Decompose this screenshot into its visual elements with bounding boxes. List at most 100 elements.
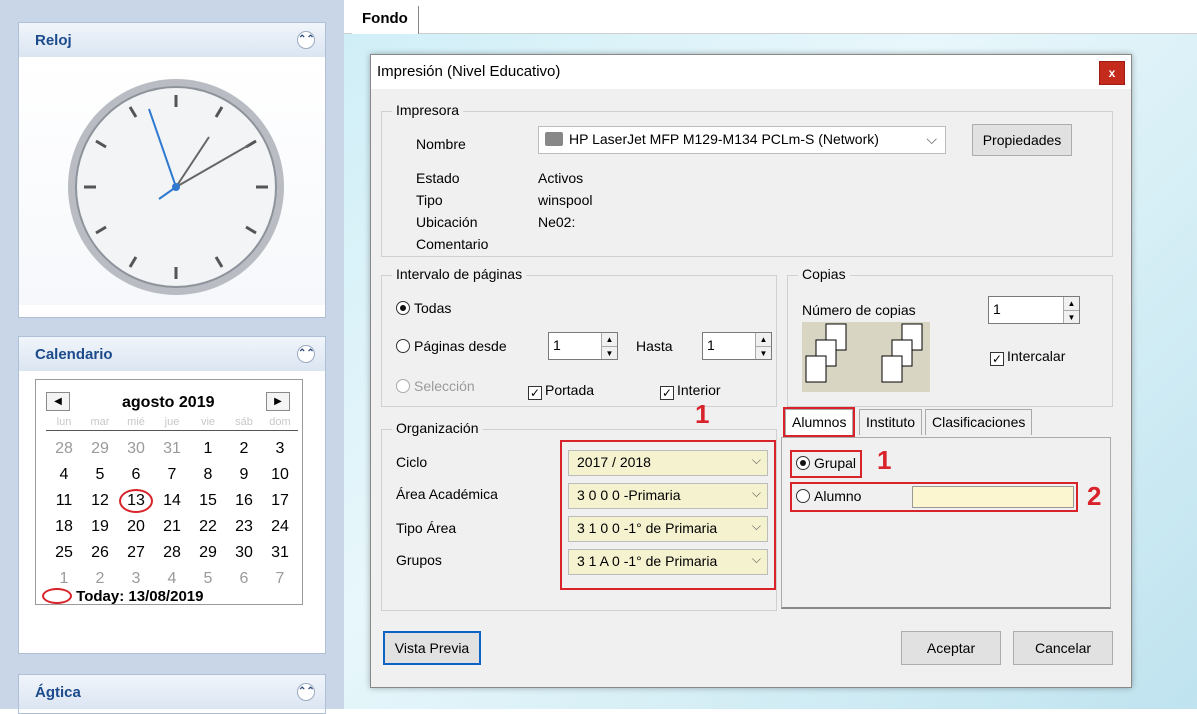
checkmark-icon: ✓ xyxy=(528,386,542,400)
calendar-day[interactable]: 16 xyxy=(226,488,262,514)
seleccion-radio[interactable]: Selección xyxy=(396,378,475,394)
clock-title: Reloj xyxy=(35,31,72,49)
calendar-day[interactable]: 26 xyxy=(82,540,118,566)
aceptar-button[interactable]: Aceptar xyxy=(901,631,1001,665)
vista-previa-button[interactable]: Vista Previa xyxy=(383,631,481,665)
calendar-day[interactable]: 23 xyxy=(226,514,262,540)
calendar-day[interactable]: 30 xyxy=(226,540,262,566)
day-header: sáb xyxy=(235,416,253,428)
calendar-day[interactable]: 2 xyxy=(226,436,262,462)
calendar-day[interactable]: 27 xyxy=(118,540,154,566)
calendar-panel: Calendario ⌃⌃ ◀ agosto 2019 ▶ lun mar mié ju… xyxy=(18,336,326,654)
tipo-label: Tipo xyxy=(416,192,443,208)
calendar-day[interactable]: 8 xyxy=(190,462,226,488)
calendar-day[interactable]: 4 xyxy=(46,462,82,488)
prev-month-button[interactable]: ◀ xyxy=(46,392,70,411)
calendar-day[interactable]: 15 xyxy=(190,488,226,514)
analog-clock xyxy=(68,79,284,295)
calendar-day[interactable]: 10 xyxy=(262,462,298,488)
radio-selected-icon xyxy=(396,301,410,315)
cancelar-button[interactable]: Cancelar xyxy=(1013,631,1113,665)
calendar-day[interactable]: 29 xyxy=(82,436,118,462)
ciclo-select[interactable]: 2017 / 2018 ⌵ xyxy=(568,450,768,476)
calendar-day[interactable]: 6 xyxy=(118,462,154,488)
today-label: Today: 13/08/2019 xyxy=(76,588,204,605)
tab-alumnos[interactable]: Alumnos xyxy=(782,407,856,437)
grupos-value: 3 1 A 0 -1° de Primaria xyxy=(577,553,718,569)
calendar-day[interactable]: 13 xyxy=(118,488,154,514)
calendar-day[interactable]: 12 xyxy=(82,488,118,514)
spin-down-icon[interactable]: ▼ xyxy=(755,346,771,359)
checkmark-icon: ✓ xyxy=(990,352,1004,366)
calendar-day[interactable]: 21 xyxy=(154,514,190,540)
portada-checkbox[interactable]: ✓ Portada xyxy=(528,382,594,400)
calendar-day[interactable]: 1 xyxy=(190,436,226,462)
alumno-input[interactable] xyxy=(912,486,1074,508)
area-value: 3 0 0 0 -Primaria xyxy=(577,487,681,503)
alumno-radio[interactable]: Alumno xyxy=(790,482,1078,512)
interior-checkbox[interactable]: ✓ Interior xyxy=(660,382,721,400)
clock-panel-header[interactable]: Reloj ⌃⌃ xyxy=(19,23,325,57)
calendar-day[interactable]: 7 xyxy=(154,462,190,488)
tab-clasificaciones[interactable]: Clasificaciones xyxy=(925,409,1033,435)
chevron-down-icon: ⌵ xyxy=(751,486,761,500)
spin-down-icon[interactable]: ▼ xyxy=(1063,310,1079,323)
calendar-day[interactable]: 11 xyxy=(46,488,82,514)
calendar-day[interactable]: 20 xyxy=(118,514,154,540)
calendar-panel-header[interactable]: Calendario ⌃⌃ xyxy=(19,337,325,371)
hasta-stepper[interactable]: 1 ▲ ▼ xyxy=(702,332,772,360)
calendar-day[interactable]: 28 xyxy=(154,540,190,566)
calendar-day[interactable]: 28 xyxy=(46,436,82,462)
calendar-day[interactable]: 3 xyxy=(262,436,298,462)
alumnos-tabpanel: Grupal Alumno xyxy=(781,437,1111,609)
calendar-day[interactable]: 5 xyxy=(82,462,118,488)
calendar-day[interactable]: 19 xyxy=(82,514,118,540)
grupal-radio[interactable]: Grupal xyxy=(790,450,862,478)
desde-stepper[interactable]: 1 ▲ ▼ xyxy=(548,332,618,360)
spin-up-icon[interactable]: ▲ xyxy=(1063,297,1079,310)
copies-stepper[interactable]: 1 ▲ ▼ xyxy=(988,296,1080,324)
paginas-desde-radio[interactable]: Páginas desde xyxy=(396,338,507,354)
calendar-day[interactable]: 6 xyxy=(226,566,262,592)
intercalar-checkbox[interactable]: ✓ Intercalar xyxy=(990,348,1065,366)
calendar-title: Calendario xyxy=(35,345,113,363)
collapse-icon[interactable]: ⌃⌃ xyxy=(297,683,315,701)
calendar-day[interactable]: 31 xyxy=(262,540,298,566)
tab-instituto[interactable]: Instituto xyxy=(859,409,923,435)
ciclo-label: Ciclo xyxy=(396,454,428,470)
printer-name-value: HP LaserJet MFP M129-M134 PCLm-S (Networ… xyxy=(569,131,879,147)
collapse-icon[interactable]: ⌃⌃ xyxy=(297,31,315,49)
calendar-day[interactable]: 9 xyxy=(226,462,262,488)
calendar-day[interactable]: 29 xyxy=(190,540,226,566)
spin-down-icon[interactable]: ▼ xyxy=(601,346,617,359)
next-month-button[interactable]: ▶ xyxy=(266,392,290,411)
propiedades-button[interactable]: Propiedades xyxy=(972,124,1072,156)
todas-radio[interactable]: Todas xyxy=(396,300,451,316)
estado-value: Activos xyxy=(538,170,584,186)
tipo-area-label: Tipo Área xyxy=(396,520,457,536)
desde-value: 1 xyxy=(553,337,561,353)
agtica-panel-header[interactable]: Ágtica ⌃⌃ xyxy=(19,675,325,709)
calendar-day[interactable]: 22 xyxy=(190,514,226,540)
calendar-day[interactable]: 25 xyxy=(46,540,82,566)
calendar-day[interactable]: 31 xyxy=(154,436,190,462)
annotation-number: 2 xyxy=(1087,481,1102,511)
agtica-panel: Ágtica ⌃⌃ xyxy=(18,674,326,714)
spin-up-icon[interactable]: ▲ xyxy=(755,333,771,346)
spin-up-icon[interactable]: ▲ xyxy=(601,333,617,346)
grupos-select[interactable]: 3 1 A 0 -1° de Primaria ⌵ xyxy=(568,549,768,575)
calendar-day[interactable]: 14 xyxy=(154,488,190,514)
calendar-day[interactable]: 7 xyxy=(262,566,298,592)
clock-widget xyxy=(19,57,325,305)
collapse-icon[interactable]: ⌃⌃ xyxy=(297,345,315,363)
tab-fondo[interactable]: Fondo xyxy=(352,6,419,34)
calendar-day[interactable]: 30 xyxy=(118,436,154,462)
area-select[interactable]: 3 0 0 0 -Primaria ⌵ xyxy=(568,483,768,509)
calendar-day[interactable]: 17 xyxy=(262,488,298,514)
today-row[interactable]: Today: 13/08/2019 xyxy=(42,588,203,605)
calendar-day[interactable]: 18 xyxy=(46,514,82,540)
printer-select[interactable]: HP LaserJet MFP M129-M134 PCLm-S (Networ… xyxy=(538,126,946,154)
tipo-area-select[interactable]: 3 1 0 0 -1° de Primaria ⌵ xyxy=(568,516,768,542)
calendar-day[interactable]: 24 xyxy=(262,514,298,540)
close-button[interactable]: x xyxy=(1099,61,1125,85)
